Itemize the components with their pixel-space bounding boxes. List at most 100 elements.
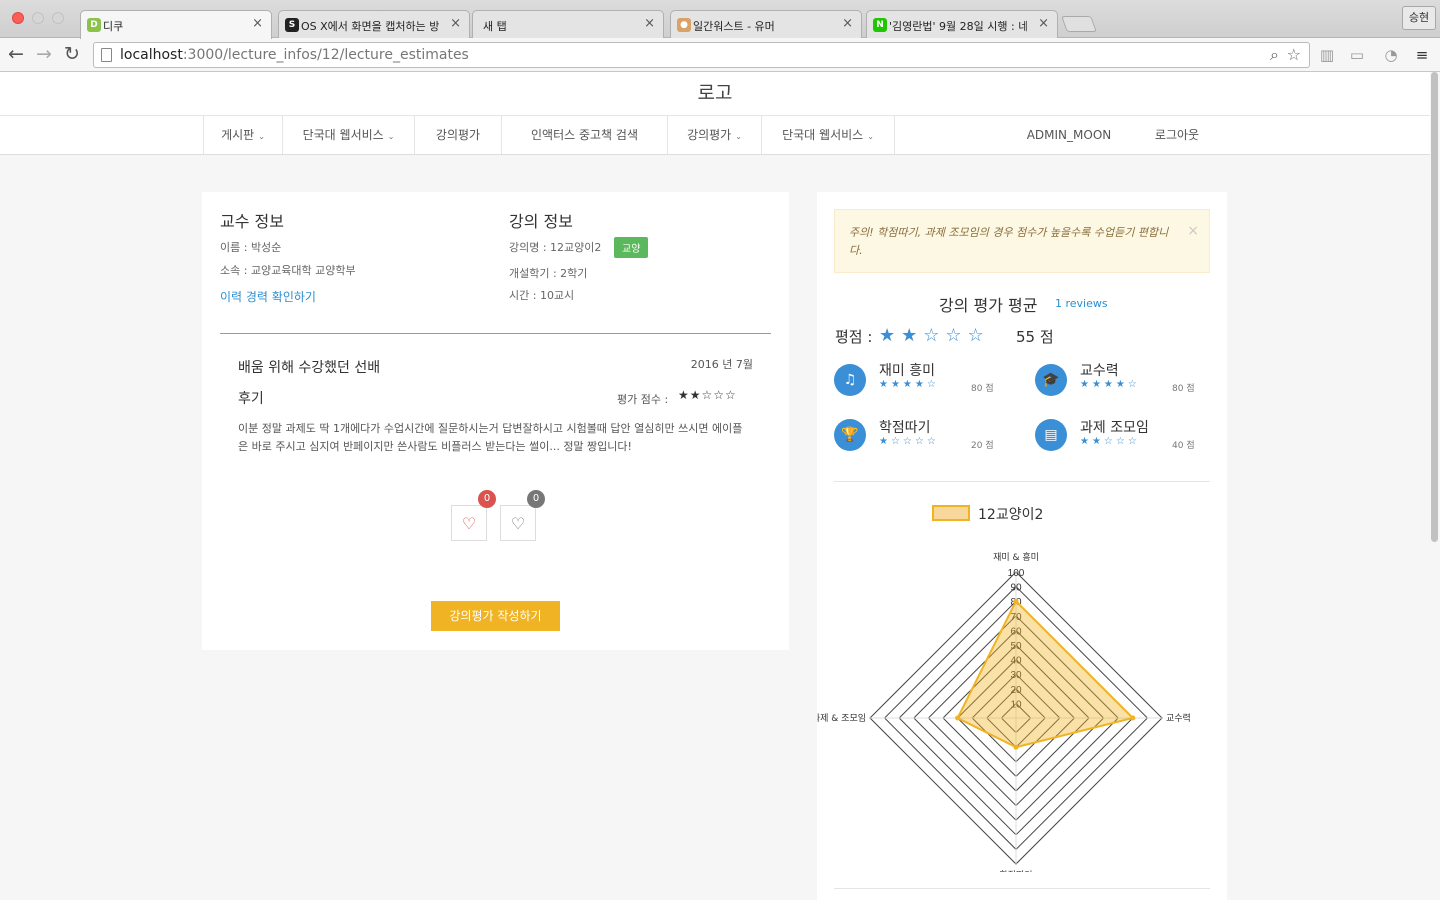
dikoo-favicon-icon: D	[87, 18, 101, 32]
chevron-down-icon: ⌄	[258, 132, 265, 141]
page-scrollbar[interactable]	[1430, 72, 1440, 900]
address-bar[interactable]: localhost:3000/lecture_infos/12/lecture_…	[93, 42, 1310, 68]
page-icon	[101, 48, 112, 62]
lecture-name: 강의명 : 12교양이2	[509, 241, 602, 254]
lecture-time: 시간 : 10교시	[509, 289, 575, 302]
scrollbar-thumb[interactable]	[1431, 72, 1438, 542]
write-review-button[interactable]: 강의평가 작성하기	[431, 601, 560, 631]
nav-item-board[interactable]: 게시판 ⌄	[203, 116, 282, 154]
back-arrow-icon[interactable]: ←	[8, 43, 24, 65]
legend-label: 12교양이2	[978, 507, 1044, 523]
nav-item-lecture-eval-dropdown[interactable]: 강의평가 ⌄	[667, 116, 761, 154]
criteria-fun-name: 재미 흥미	[879, 363, 935, 379]
heartbeat-button[interactable]: ♡	[500, 505, 536, 541]
category-badge: 교양	[614, 237, 649, 258]
chart-divider	[834, 481, 1210, 482]
review-title: 배움 위해 수강했던 선배	[238, 360, 381, 376]
search-icon[interactable]: ⌕	[1270, 45, 1279, 65]
reload-icon[interactable]: ↻	[64, 43, 80, 65]
music-icon: ♫	[834, 364, 866, 396]
browser-tab-0[interactable]: D 디쿠 ×	[80, 10, 272, 39]
notice-alert: 주의! 학점따기, 과제 조모임의 경우 점수가 높을수록 수업듣기 편합니다.…	[834, 209, 1210, 273]
criteria-fun-score: 80 점	[971, 384, 994, 394]
menu-hamburger-icon[interactable]: ≡	[1413, 46, 1431, 64]
site-navbar: 게시판 ⌄ 단국대 웹서비스 ⌄ 강의평가 인액터스 중고책 검색 강의평가 ⌄ 단국…	[0, 116, 1430, 155]
section-divider	[220, 333, 771, 334]
site-header: 로고	[0, 72, 1430, 116]
new-tab-button[interactable]	[1061, 16, 1097, 32]
url-text: localhost:3000/lecture_infos/12/lecture_…	[120, 47, 469, 63]
radar-tick-label: 90	[1010, 583, 1022, 594]
radar-axis-label: 학점따기	[999, 869, 1032, 872]
doc-favicon-icon: S	[285, 18, 299, 32]
reviews-count-link[interactable]: 1 reviews	[1055, 297, 1108, 310]
radar-tick-label: 100	[1008, 568, 1025, 579]
extension-window-icon[interactable]: ▭	[1348, 46, 1366, 64]
tab-close-icon[interactable]: ×	[1038, 16, 1049, 31]
nav-item-used-book-search[interactable]: 인액터스 중고책 검색	[501, 116, 667, 154]
radar-series-area	[956, 599, 1135, 749]
site-logo[interactable]: 로고	[698, 78, 733, 105]
like-count-badge: 0	[478, 490, 496, 508]
cast-icon[interactable]: ◔	[1382, 46, 1400, 64]
browser-tab-bar: D 디쿠 × S OS X에서 화면을 캡처하는 방법 × 새 탭 × ● 일간…	[0, 0, 1440, 39]
nav-item-dankook-web-2[interactable]: 단국대 웹서비스 ⌄	[761, 116, 895, 154]
radar-data-point	[1013, 598, 1019, 604]
professor-heading: 교수 정보	[220, 212, 284, 231]
ilbe-favicon-icon: ●	[677, 18, 691, 32]
chevron-down-icon: ⌄	[735, 132, 742, 141]
graduation-cap-icon: 🎓	[1035, 364, 1067, 396]
close-icon[interactable]: ×	[1187, 222, 1199, 240]
tab-close-icon[interactable]: ×	[450, 16, 461, 31]
close-window-button[interactable]	[12, 12, 24, 24]
bottom-divider	[834, 888, 1210, 889]
nav-item-dankook-web[interactable]: 단국대 웹서비스 ⌄	[282, 116, 414, 154]
nav-item-lecture-eval[interactable]: 강의평가	[414, 116, 501, 154]
browser-tab-4[interactable]: N '김영란법' 9월 28일 시행 : 네이버 ×	[866, 10, 1058, 38]
criteria-teaching-name: 교수력	[1080, 363, 1119, 379]
professor-affiliation: 소속 : 교양교육대학 교양학부	[220, 264, 356, 277]
nav-item-logout[interactable]: 로그아웃	[1128, 116, 1226, 154]
average-stars: ★★☆☆☆	[879, 325, 990, 346]
criteria-teamwork-score: 40 점	[1172, 441, 1195, 451]
chevron-down-icon: ⌄	[867, 132, 874, 141]
tab-close-icon[interactable]: ×	[644, 16, 655, 31]
lecture-semester: 개설학기 : 2학기	[509, 267, 588, 280]
evaluation-summary-card: 주의! 학점따기, 과제 조모임의 경우 점수가 높을수록 수업듣기 편합니다.…	[817, 192, 1227, 900]
career-history-link[interactable]: 이력 경력 확인하기	[220, 288, 316, 305]
legend-swatch	[932, 505, 970, 521]
review-date: 2016 년 7월	[690, 358, 753, 371]
lecture-heading: 강의 정보	[509, 212, 573, 231]
minimize-window-button[interactable]	[32, 12, 44, 24]
tab-close-icon[interactable]: ×	[842, 16, 853, 31]
bookmark-star-icon[interactable]: ☆	[1287, 45, 1301, 64]
review-rating-label: 평가 점수 :	[617, 393, 669, 406]
like-button[interactable]: ♡	[451, 505, 487, 541]
notice-alert-text: 주의! 학점따기, 과제 조모임의 경우 점수가 높을수록 수업듣기 편합니다.	[849, 226, 1169, 257]
criteria-teamwork-name: 과제 조모임	[1080, 420, 1149, 436]
criteria-grading-name: 학점따기	[879, 420, 931, 436]
radar-chart: 102030405060708090100재미 & 흥미교수력학점따기과제 & …	[817, 551, 1191, 872]
browser-toolbar: ← → ↻ localhost:3000/lecture_infos/12/le…	[0, 38, 1440, 72]
profile-button[interactable]: 승현	[1402, 6, 1436, 30]
browser-tab-3[interactable]: ● 일간워스트 - 유머 ×	[670, 10, 862, 38]
lecture-info-card: 교수 정보 이름 : 박성순 소속 : 교양교육대학 교양학부 이력 경력 확인…	[202, 192, 789, 650]
chevron-down-icon: ⌄	[387, 132, 395, 141]
nav-item-admin-user[interactable]: ADMIN_MOON	[1010, 116, 1128, 154]
tab-close-icon[interactable]: ×	[252, 16, 263, 31]
criteria-teaching-score: 80 점	[1172, 384, 1195, 394]
browser-tab-2[interactable]: 새 탭 ×	[472, 10, 664, 38]
forward-arrow-icon[interactable]: →	[36, 43, 52, 65]
page-viewport: 로고 게시판 ⌄ 단국대 웹서비스 ⌄ 강의평가 인액터스 중고책 검색 강의평가 ⌄…	[0, 72, 1430, 900]
maximize-window-button[interactable]	[52, 12, 64, 24]
trophy-icon: 🏆	[834, 419, 866, 451]
radar-data-point	[1013, 744, 1019, 750]
extension-bars-icon[interactable]: ▥	[1318, 46, 1336, 64]
criteria-grading-stars: ★☆☆☆☆	[879, 436, 939, 447]
radar-axis-label: 재미 & 흥미	[993, 551, 1039, 563]
criteria-teamwork-stars: ★★☆☆☆	[1080, 436, 1140, 447]
browser-tab-1[interactable]: S OS X에서 화면을 캡처하는 방법 ×	[278, 10, 470, 38]
document-icon: ▤	[1035, 419, 1067, 451]
radar-axis-label: 과제 & 조모임	[817, 712, 866, 724]
average-title: 강의 평가 평균	[939, 296, 1038, 315]
